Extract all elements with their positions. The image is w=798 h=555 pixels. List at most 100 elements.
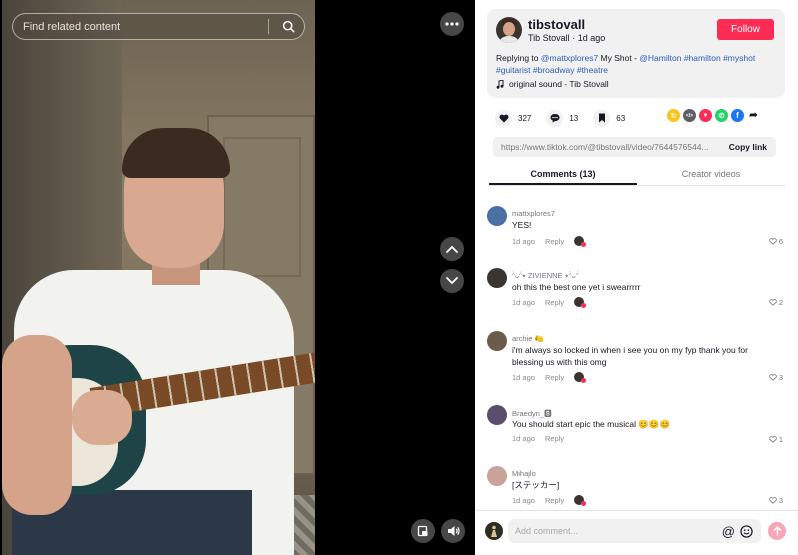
reply-button[interactable]: Reply	[545, 298, 564, 307]
panel-tabs: Comments (13) Creator videos	[489, 164, 785, 186]
search-button[interactable]	[276, 15, 300, 39]
commenter-name[interactable]: Mihajlo	[512, 469, 536, 478]
share-icons: ↻ </> ▼ ✆ f ➦	[667, 109, 760, 122]
commenter-avatar[interactable]	[487, 331, 507, 351]
hashtag-link[interactable]: #broadway	[533, 65, 575, 75]
copy-link-button[interactable]: Copy link	[720, 142, 776, 152]
comment-meta: 1d ago Reply	[512, 297, 587, 308]
hashtag-link[interactable]: #guitarist	[496, 65, 531, 75]
hashtag-link[interactable]: #myshot	[723, 53, 755, 63]
comment-like-count: 3	[778, 496, 783, 505]
comment-meta: 1d ago Reply	[512, 372, 587, 383]
search-bar	[12, 13, 305, 40]
creator-liked-avatar	[574, 297, 587, 308]
creator-liked-avatar	[574, 495, 587, 506]
creator-liked-avatar	[574, 236, 587, 247]
follow-button[interactable]: Follow	[717, 19, 774, 40]
reply-button[interactable]: Reply	[545, 434, 564, 443]
previous-video-button[interactable]	[440, 237, 464, 261]
comment-count-button[interactable]: 13	[546, 109, 579, 127]
reply-button[interactable]: Reply	[545, 373, 564, 382]
heart-outline-icon	[769, 299, 777, 306]
comment-time: 1d ago	[512, 236, 535, 246]
picture-in-picture-button[interactable]	[411, 519, 435, 543]
comment-item: Mihajlo [ステッカー] 1d ago Reply 3	[487, 466, 783, 506]
reply-button[interactable]: Reply	[545, 496, 564, 505]
volume-button[interactable]	[441, 519, 465, 543]
embed-icon[interactable]: </>	[683, 109, 696, 122]
repost-icon[interactable]: ↻	[667, 109, 680, 122]
video-url[interactable]: https://www.tiktok.com/@tibstovall/video…	[493, 142, 720, 152]
chevron-down-icon	[446, 277, 458, 285]
commenter-avatar[interactable]	[487, 466, 507, 486]
mention-icon[interactable]: @	[722, 524, 735, 539]
comment-like-count: 3	[778, 373, 783, 382]
search-input[interactable]	[23, 20, 268, 33]
comment-text: oh this the best one yet i swearrrrr	[512, 282, 641, 292]
comment-count: 13	[569, 113, 579, 123]
author-username[interactable]: tibstovall	[528, 17, 585, 32]
sound-link[interactable]: original sound - Tib Stovall	[496, 79, 609, 89]
hashtag-link[interactable]: @Hamilton	[639, 53, 681, 63]
hashtag-link[interactable]: #theatre	[577, 65, 608, 75]
comment-like-button[interactable]: 1	[769, 435, 783, 444]
current-user-avatar[interactable]	[485, 522, 503, 540]
comment-like-count: 6	[778, 237, 783, 246]
comment-like-button[interactable]: 3	[769, 496, 783, 505]
post-comment-button[interactable]	[768, 522, 786, 540]
more-dots-icon	[445, 22, 459, 26]
facebook-icon[interactable]: f	[731, 109, 744, 122]
comment-input-wrapper: @	[508, 519, 761, 543]
author-card: tibstovall Tib Stovall · 1d ago Follow R…	[487, 9, 785, 98]
comment-text: [ステッカー]	[512, 480, 560, 490]
music-note-icon	[496, 79, 504, 89]
commenter-avatar[interactable]	[487, 268, 507, 288]
comment-bubble-icon	[550, 114, 560, 123]
friends-send-icon[interactable]: ▼	[699, 109, 712, 122]
tab-comments[interactable]: Comments (13)	[489, 164, 637, 185]
author-subline: Tib Stovall · 1d ago	[528, 33, 605, 43]
comment-like-button[interactable]: 2	[769, 298, 783, 307]
author-display-name[interactable]: Tib Stovall	[528, 33, 570, 43]
favorite-button[interactable]: 63	[593, 109, 625, 127]
hashtag-link[interactable]: #hamilton	[684, 53, 721, 63]
comment-time: 1d ago	[512, 297, 535, 307]
next-video-button[interactable]	[440, 269, 464, 293]
pip-icon	[417, 525, 428, 537]
comment-like-button[interactable]: 6	[769, 237, 783, 246]
reply-user-link[interactable]: @mattxplores7	[541, 53, 598, 63]
comment-like-button[interactable]: 3	[769, 373, 783, 382]
commenter-avatar[interactable]	[487, 405, 507, 425]
user-figure-icon	[491, 525, 497, 537]
comment-time: 1d ago	[512, 434, 535, 443]
comment-item: ᵔ̀ᴗᵔ́⭑ ZIVIENNE ⭑ᵔ̀ᴗᵔ́ oh this the best …	[487, 268, 783, 318]
comment-input[interactable]	[515, 526, 722, 536]
heart-outline-icon	[769, 497, 777, 504]
comment-text: i'm always so locked in when i see you o…	[512, 345, 748, 367]
commenter-avatar[interactable]	[487, 206, 507, 226]
more-options-button[interactable]	[440, 12, 464, 36]
reply-button[interactable]: Reply	[545, 237, 564, 246]
commenter-name[interactable]: mattxplores7	[512, 209, 555, 218]
video-description: Replying to @mattxplores7 My Shot - @Ham…	[496, 52, 781, 76]
heart-outline-icon	[769, 374, 777, 381]
heart-icon	[499, 114, 508, 122]
heart-outline-icon	[769, 436, 777, 443]
heart-outline-icon	[769, 238, 777, 245]
video-player[interactable]	[2, 0, 315, 555]
details-panel: tibstovall Tib Stovall · 1d ago Follow R…	[475, 0, 798, 555]
video-scene-hand	[72, 390, 132, 445]
emoji-icon[interactable]	[740, 524, 753, 538]
commenter-name[interactable]: ᵔ̀ᴗᵔ́⭑ ZIVIENNE ⭑ᵔ̀ᴗᵔ́	[512, 271, 579, 281]
commenter-name[interactable]: archie 🍋	[512, 334, 544, 343]
author-avatar[interactable]	[496, 17, 522, 43]
tab-creator-videos[interactable]: Creator videos	[637, 164, 785, 185]
more-share-icon[interactable]: ➦	[747, 109, 760, 122]
comment-meta: 1d ago Reply	[512, 495, 587, 506]
search-divider	[268, 19, 269, 34]
whatsapp-icon[interactable]: ✆	[715, 109, 728, 122]
like-button[interactable]: 327	[495, 109, 532, 127]
like-count: 327	[518, 113, 532, 123]
reply-prefix: Replying to	[496, 53, 541, 63]
comment-meta: 1d ago Reply	[512, 434, 564, 443]
